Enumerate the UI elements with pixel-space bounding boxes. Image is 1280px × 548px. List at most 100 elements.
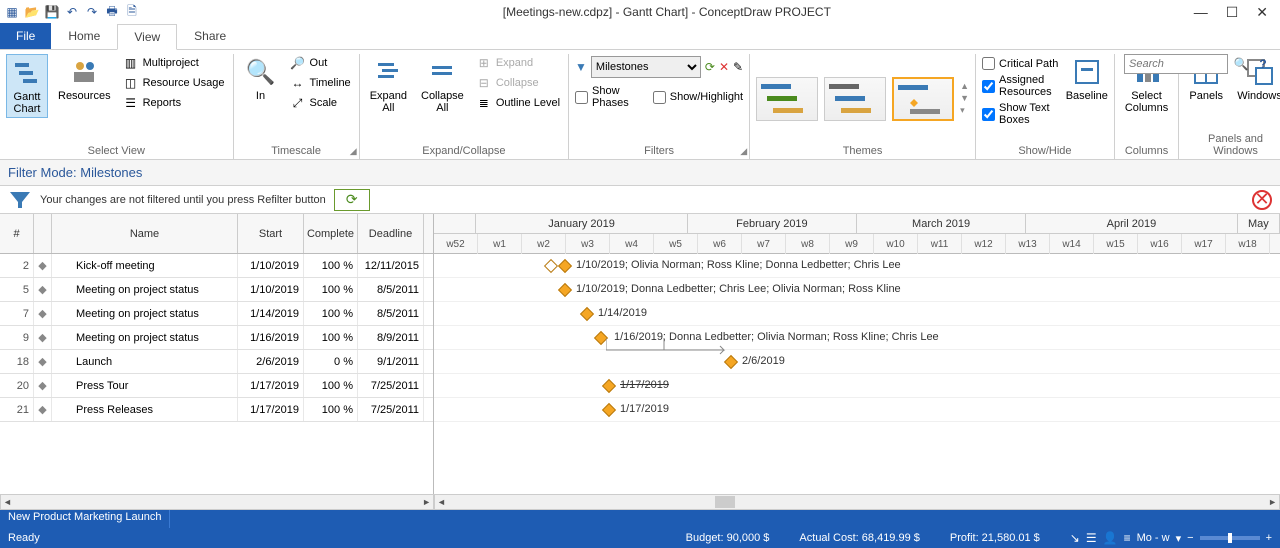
goto-task-icon[interactable]: ↘ [1070, 531, 1080, 545]
filter-mode-bar: Filter Mode: Milestones [0, 160, 1280, 186]
expand-button[interactable]: ⊞Expand [474, 54, 562, 72]
milestone-diamond[interactable] [580, 307, 594, 321]
zoom-out-button[interactable]: 🔎Out [288, 54, 353, 72]
close-button[interactable]: ✕ [1256, 4, 1268, 21]
critical-path-checkbox[interactable]: Critical Path [982, 56, 1060, 71]
gantt-row[interactable]: 1/10/2019; Donna Ledbetter; Chris Lee; O… [434, 278, 1280, 302]
clear-filter-icon[interactable]: ✕ [719, 60, 729, 74]
gantt-hscroll[interactable]: ◄► [434, 494, 1280, 510]
gantt-month: March 2019 [857, 214, 1026, 233]
table-row[interactable]: 18 ◆ Launch 2/6/2019 0 % 9/1/2011 [0, 350, 433, 374]
gantt-row[interactable]: 2/6/2019 [434, 350, 1280, 374]
col-indicator[interactable] [34, 214, 52, 253]
new-icon[interactable]: ▦ [4, 4, 20, 20]
expand-icon: ⊞ [476, 55, 492, 71]
search-input[interactable] [1124, 54, 1228, 74]
gantt-row[interactable]: 1/10/2019; Olivia Norman; Ross Kline; Do… [434, 254, 1280, 278]
filters-dialog-launcher[interactable]: ◢ [740, 146, 747, 157]
show-highlight-checkbox[interactable]: Show/Highlight [653, 84, 743, 110]
open-icon[interactable]: 📂 [24, 4, 40, 20]
view-tab[interactable]: View [117, 24, 177, 50]
gantt-row[interactable]: 1/14/2019 [434, 302, 1280, 326]
zoom-in-button[interactable]: 🔍 In [240, 54, 282, 104]
scale-button[interactable]: ⤢Scale [288, 94, 353, 112]
zoom-level: Mo - w [1137, 532, 1170, 544]
table-row[interactable]: 21 ◆ Press Releases 1/17/2019 100 % 7/25… [0, 398, 433, 422]
print-preview-icon[interactable]: 🗎 [124, 4, 140, 20]
resource-status-icon[interactable]: 👤 [1103, 531, 1118, 545]
expand-all-button[interactable]: Expand All [366, 54, 411, 116]
outline-level-button[interactable]: ≣Outline Level [474, 94, 562, 112]
status-right: ↘ ☰ 👤 ≡ Mo - w ▾ − + [1070, 531, 1272, 545]
theme-up-icon[interactable]: ▲ [960, 81, 969, 91]
table-row[interactable]: 2 ◆ Kick-off meeting 1/10/2019 100 % 12/… [0, 254, 433, 278]
assigned-resources-checkbox[interactable]: Assigned Resources [982, 73, 1060, 99]
gantt-row[interactable]: 1/16/2019; Donna Ledbetter; Olivia Norma… [434, 326, 1280, 350]
milestone-diamond[interactable] [602, 379, 616, 393]
grid-hscroll[interactable]: ◄► [0, 494, 434, 510]
refilter-icon[interactable]: ⟳ [705, 60, 715, 74]
zoom-out-status[interactable]: − [1187, 532, 1193, 544]
theme-3[interactable] [892, 77, 954, 121]
help-icon[interactable]: ? [1254, 55, 1272, 73]
print-icon[interactable]: 🖶 [104, 4, 120, 20]
milestone-diamond[interactable] [558, 259, 572, 273]
collapse-all-button[interactable]: Collapse All [417, 54, 468, 116]
table-row[interactable]: 5 ◆ Meeting on project status 1/10/2019 … [0, 278, 433, 302]
theme-down-icon[interactable]: ▼ [960, 93, 969, 103]
info-status-icon[interactable]: ≡ [1124, 531, 1131, 545]
predecessor-diamond [544, 259, 558, 273]
status-budget: Budget: 90,000 $ [686, 532, 770, 544]
resources-button[interactable]: Resources [54, 54, 115, 104]
maximize-button[interactable]: ☐ [1226, 4, 1239, 21]
group-timescale: 🔍 In 🔎Out ↔Timeline ⤢Scale Timescale ◢ [234, 54, 360, 159]
col-start[interactable]: Start [238, 214, 304, 253]
milestone-diamond[interactable] [602, 403, 616, 417]
theme-1[interactable] [756, 77, 818, 121]
filter-edit-icon[interactable]: ✎ [733, 60, 743, 74]
zoom-dropdown-icon[interactable]: ▾ [1176, 532, 1182, 545]
sheet-tab-active[interactable]: New Product Marketing Launch [0, 510, 170, 528]
reports-button[interactable]: ☰Reports [121, 94, 227, 112]
show-phases-checkbox[interactable]: Show Phases [575, 84, 643, 110]
zoom-slider[interactable] [1200, 536, 1260, 540]
close-filter-button[interactable]: ✕ [1252, 190, 1272, 210]
redo-icon[interactable]: ↷ [84, 4, 100, 20]
gantt-week: w4 [610, 234, 654, 254]
table-row[interactable]: 7 ◆ Meeting on project status 1/14/2019 … [0, 302, 433, 326]
filter-select[interactable]: Milestones [591, 56, 701, 78]
resources-icon [68, 56, 100, 88]
ribbon: Gantt Chart Resources ▥Multiproject ◫Res… [0, 50, 1280, 160]
col-complete[interactable]: Complete [304, 214, 358, 253]
gantt-chart-button[interactable]: Gantt Chart [6, 54, 48, 118]
text-boxes-checkbox[interactable]: Show Text Boxes [982, 101, 1060, 127]
theme-2[interactable] [824, 77, 886, 121]
baseline-button[interactable]: Baseline [1066, 54, 1108, 104]
save-icon[interactable]: 💾 [44, 4, 60, 20]
theme-more-icon[interactable]: ▾ [960, 105, 969, 116]
table-row[interactable]: 9 ◆ Meeting on project status 1/16/2019 … [0, 326, 433, 350]
timeline-button[interactable]: ↔Timeline [288, 74, 353, 92]
col-number[interactable]: # [0, 214, 34, 253]
resource-usage-button[interactable]: ◫Resource Usage [121, 74, 227, 92]
undo-icon[interactable]: ↶ [64, 4, 80, 20]
refilter-button[interactable]: ⟳ [334, 189, 370, 211]
window-buttons: — ☐ ✕ [1194, 4, 1276, 21]
milestone-diamond[interactable] [558, 283, 572, 297]
home-tab[interactable]: Home [51, 23, 117, 49]
zoom-in-status[interactable]: + [1266, 532, 1272, 544]
search-submit-icon[interactable]: 🔍 [1232, 55, 1250, 73]
collapse-button[interactable]: ⊟Collapse [474, 74, 562, 92]
col-deadline[interactable]: Deadline [358, 214, 424, 253]
col-name[interactable]: Name [52, 214, 238, 253]
file-tab[interactable]: File [0, 23, 51, 49]
timescale-dialog-launcher[interactable]: ◢ [350, 146, 357, 157]
minimize-button[interactable]: — [1194, 4, 1208, 21]
gantt-week: w18 [1226, 234, 1270, 254]
table-row[interactable]: 20 ◆ Press Tour 1/17/2019 100 % 7/25/201… [0, 374, 433, 398]
timeline-status-icon[interactable]: ☰ [1086, 531, 1097, 545]
gantt-row[interactable]: 1/17/2019 [434, 398, 1280, 422]
gantt-row[interactable]: 1/17/2019 [434, 374, 1280, 398]
share-tab[interactable]: Share [177, 23, 243, 49]
multiproject-button[interactable]: ▥Multiproject [121, 54, 227, 72]
